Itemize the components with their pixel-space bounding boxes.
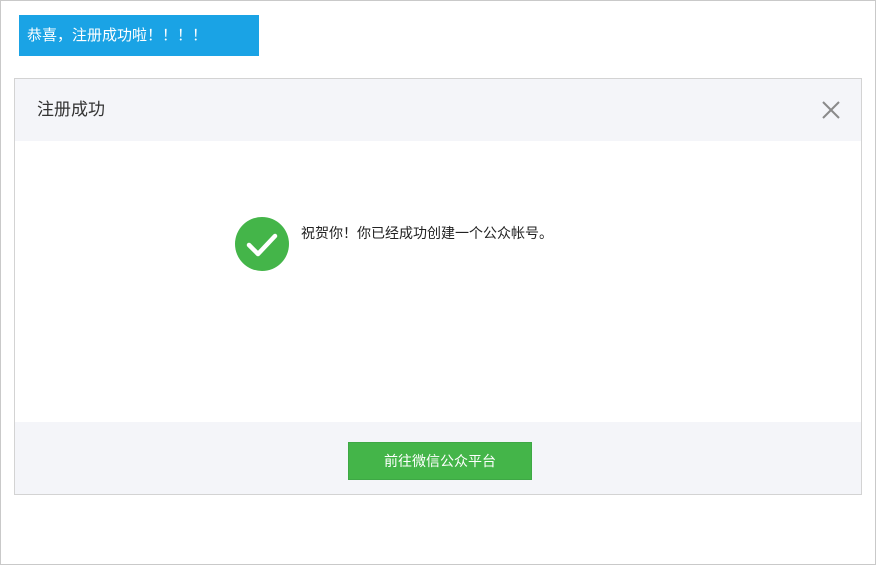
success-message: 祝贺你！你已经成功创建一个公众帐号。 (301, 226, 553, 242)
dialog-body: 祝贺你！你已经成功创建一个公众帐号。 (15, 141, 861, 424)
checkmark-circle-icon (235, 217, 289, 271)
close-icon[interactable] (819, 98, 843, 122)
congrats-banner: 恭喜，注册成功啦！！！！ (19, 15, 259, 56)
success-dialog: 注册成功 祝贺你！你已经成功创建一个公众帐号。 前往微信公众平台 (14, 78, 862, 495)
dialog-title: 注册成功 (37, 100, 105, 120)
dialog-footer: 前往微信公众平台 (15, 422, 861, 494)
go-to-wechat-platform-button[interactable]: 前往微信公众平台 (348, 442, 532, 480)
dialog-header: 注册成功 (15, 79, 861, 141)
